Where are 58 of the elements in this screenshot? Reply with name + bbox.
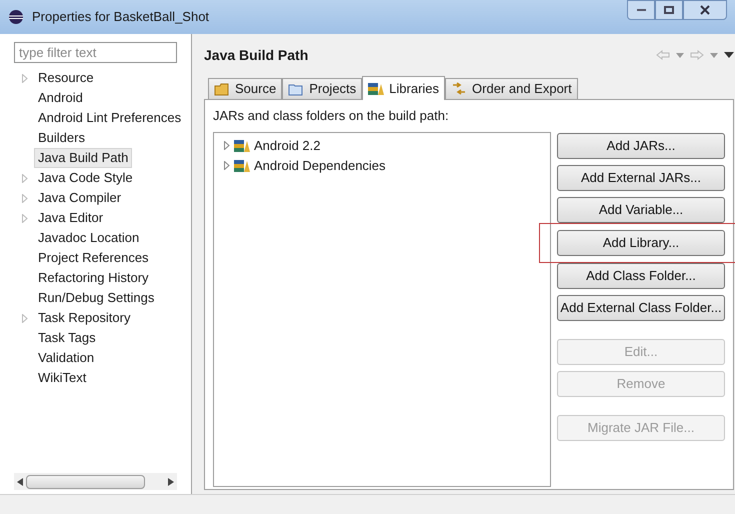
dropdown-caret-icon[interactable] — [710, 52, 718, 58]
close-button[interactable] — [683, 0, 727, 20]
expand-arrow-icon[interactable] — [22, 74, 28, 82]
scroll-right-icon[interactable] — [168, 478, 174, 486]
books-icon — [234, 158, 250, 172]
sidebar-item[interactable]: Java Code Style — [34, 168, 137, 188]
expand-arrow-icon[interactable] — [22, 314, 28, 322]
maximize-button[interactable] — [655, 0, 683, 20]
sidebar-item[interactable]: Java Compiler — [34, 188, 126, 208]
page-title: Java Build Path — [204, 46, 308, 64]
tab[interactable]: Source — [208, 78, 282, 99]
tab[interactable]: Order and Export — [445, 78, 578, 99]
expand-arrow-icon[interactable] — [224, 161, 230, 170]
expand-arrow-icon[interactable] — [224, 141, 230, 150]
sidebar-item[interactable]: Task Tags — [34, 328, 100, 348]
books-icon — [368, 82, 384, 96]
back-arrow-icon[interactable] — [656, 50, 670, 60]
scroll-left-icon[interactable] — [17, 478, 23, 486]
action-button[interactable]: Add External Class Folder... — [557, 294, 725, 320]
action-button[interactable]: Add Library... — [557, 230, 725, 256]
sidebar-item[interactable]: Validation — [34, 348, 98, 368]
arrows-icon — [451, 82, 468, 96]
window-title: Properties for BasketBall_Shot — [32, 8, 210, 26]
folder-icon — [288, 82, 304, 96]
sidebar-item[interactable]: Refactoring History — [34, 268, 153, 288]
action-button[interactable]: Add Variable... — [557, 196, 725, 222]
action-button[interactable]: Add Class Folder... — [557, 262, 725, 288]
library-item[interactable]: Android Dependencies — [254, 156, 386, 176]
sidebar-item[interactable]: Run/Debug Settings — [34, 288, 158, 308]
tab[interactable]: Projects — [282, 78, 362, 99]
sidebar-item[interactable]: Java Editor — [34, 208, 108, 228]
horizontal-scrollbar[interactable] — [14, 473, 177, 490]
libraries-caption: JARs and class folders on the build path: — [213, 107, 450, 125]
expand-arrow-icon[interactable] — [22, 214, 28, 222]
filter-field[interactable]: type filter text — [14, 42, 177, 63]
sidebar-item[interactable]: WikiText — [34, 368, 90, 388]
sidebar-item[interactable]: Project References — [34, 248, 153, 268]
sidebar-item[interactable]: Android Lint Preferences — [34, 108, 186, 128]
close-icon — [700, 5, 710, 15]
library-item[interactable]: Android 2.2 — [254, 136, 320, 156]
eclipse-logo-icon — [8, 9, 24, 25]
menu-caret-icon[interactable] — [724, 52, 734, 58]
action-button[interactable]: Add JARs... — [557, 132, 725, 158]
sidebar-item[interactable]: Resource — [34, 68, 98, 88]
sidebar-item[interactable]: Java Build Path — [34, 148, 132, 168]
sidebar-item[interactable]: Javadoc Location — [34, 228, 144, 248]
expand-arrow-icon[interactable] — [22, 174, 28, 182]
dropdown-caret-icon[interactable] — [676, 52, 684, 58]
sidebar-item[interactable]: Android — [34, 88, 87, 108]
sidebar-item[interactable]: Builders — [34, 128, 89, 148]
forward-arrow-icon[interactable] — [690, 50, 704, 60]
action-button[interactable]: Add External JARs... — [557, 164, 725, 190]
expand-arrow-icon[interactable] — [22, 194, 28, 202]
sidebar-item[interactable]: Task Repository — [34, 308, 134, 328]
minimize-button[interactable] — [627, 0, 655, 20]
books-icon — [234, 138, 250, 152]
folder-icon — [214, 82, 230, 96]
tab[interactable]: Libraries — [362, 76, 446, 100]
